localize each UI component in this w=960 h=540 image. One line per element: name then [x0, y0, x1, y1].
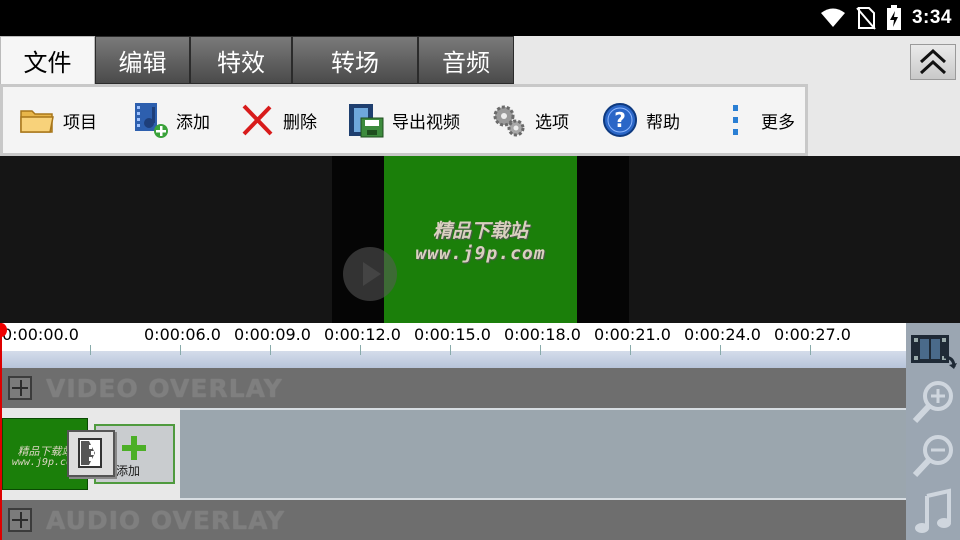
add-media-icon: [130, 100, 170, 140]
tick-mark: [180, 345, 181, 355]
options-button[interactable]: 选项: [489, 87, 569, 153]
tick-label: 0:00:06.0: [144, 325, 221, 344]
expand-plus-icon[interactable]: [8, 376, 32, 400]
folder-icon: [17, 100, 57, 140]
wifi-icon: [820, 8, 845, 27]
app-root: 3:34 文件 编辑 特效 转场 音频 项目 添加 删除 导出视频 选项 ? 帮…: [0, 0, 960, 540]
transition-icon: [78, 438, 102, 468]
zoom-in-button[interactable]: [906, 375, 960, 429]
film-strip-button[interactable]: [906, 323, 960, 375]
tab-transitions[interactable]: 转场: [292, 36, 418, 84]
help-icon: ?: [600, 100, 640, 140]
help-label: 帮助: [646, 112, 680, 133]
help-button[interactable]: ? 帮助: [600, 87, 680, 153]
tick-label: 0:00:24.0: [684, 325, 761, 344]
tick-label: 0:00:27.0: [774, 325, 851, 344]
video-overlay-track-header[interactable]: VIDEO OVERLAY: [0, 368, 906, 408]
zoom-in-icon: [912, 381, 953, 424]
add-plus-icon: [122, 436, 146, 460]
add-label: 添加: [176, 112, 210, 133]
tick-label: 0:00:18.0: [504, 325, 581, 344]
tick-mark: [630, 345, 631, 355]
transition-button[interactable]: [67, 430, 115, 477]
tick-mark: [90, 345, 91, 355]
export-video-icon: [346, 100, 386, 140]
timeline-side-panel: [906, 323, 960, 540]
double-chevron-up-icon: [919, 48, 947, 75]
tick-mark: [540, 345, 541, 355]
video-overlay-label: VIDEO OVERLAY: [46, 373, 283, 403]
tick-mark: [720, 345, 721, 355]
tick-label: 0:00:12.0: [324, 325, 401, 344]
add-button[interactable]: 添加: [130, 87, 210, 153]
playhead[interactable]: [0, 323, 2, 540]
collapse-toolbar-button[interactable]: [910, 44, 956, 80]
audio-overlay-label: AUDIO OVERLAY: [46, 505, 286, 535]
more-button[interactable]: 更多: [715, 87, 795, 153]
tab-audio[interactable]: 音频: [418, 36, 514, 84]
toolbar-area: 项目 添加 删除 导出视频 选项 ? 帮助 更多: [0, 84, 960, 156]
expand-plus-icon[interactable]: [8, 508, 32, 532]
export-video-label: 导出视频: [392, 112, 460, 133]
export-video-button[interactable]: 导出视频: [346, 87, 460, 153]
menu-bar: 文件 编辑 特效 转场 音频: [0, 36, 960, 84]
more-label: 更多: [761, 112, 795, 133]
more-vertical-icon: [715, 100, 755, 140]
music-button[interactable]: [906, 483, 960, 540]
clock-time: 3:34: [911, 7, 952, 28]
ruler-band: [0, 351, 906, 368]
zoom-out-icon: [912, 435, 953, 478]
preview-watermark-url: www.j9p.com: [415, 243, 546, 264]
preview-watermark-title: 精品下载站: [432, 220, 528, 242]
gears-icon: [489, 100, 529, 140]
play-icon: [363, 262, 381, 286]
play-button[interactable]: [343, 247, 397, 301]
battery-charging-icon: [886, 5, 901, 30]
toolbar: 项目 添加 删除 导出视频 选项 ? 帮助 更多: [0, 84, 808, 156]
tab-effects[interactable]: 特效: [190, 36, 292, 84]
audio-overlay-track-header[interactable]: AUDIO OVERLAY: [0, 500, 906, 540]
music-note-icon: [915, 487, 951, 533]
tick-label: 0:00:09.0: [234, 325, 311, 344]
project-label: 项目: [63, 112, 97, 133]
tick-mark: [450, 345, 451, 355]
tick-mark: [270, 345, 271, 355]
options-label: 选项: [535, 112, 569, 133]
tick-label: 0:00:00.0: [2, 325, 79, 344]
tick-mark: [810, 345, 811, 355]
status-bar: 3:34: [0, 0, 960, 36]
delete-x-icon: [237, 100, 277, 140]
delete-label: 删除: [283, 112, 317, 133]
project-button[interactable]: 项目: [17, 87, 97, 153]
tab-file[interactable]: 文件: [0, 36, 95, 84]
film-strip-icon: [911, 335, 957, 369]
tab-edit[interactable]: 编辑: [95, 36, 190, 84]
tick-mark: [360, 345, 361, 355]
timeline-ruler[interactable]: 0:00:00.0 0:00:06.0 0:00:09.0 0:00:12.0 …: [0, 323, 906, 368]
tick-label: 0:00:15.0: [414, 325, 491, 344]
no-sim-icon: [856, 7, 876, 30]
delete-button[interactable]: 删除: [237, 87, 317, 153]
tick-label: 0:00:21.0: [594, 325, 671, 344]
zoom-out-button[interactable]: [906, 429, 960, 483]
svg-text:?: ?: [614, 108, 626, 132]
